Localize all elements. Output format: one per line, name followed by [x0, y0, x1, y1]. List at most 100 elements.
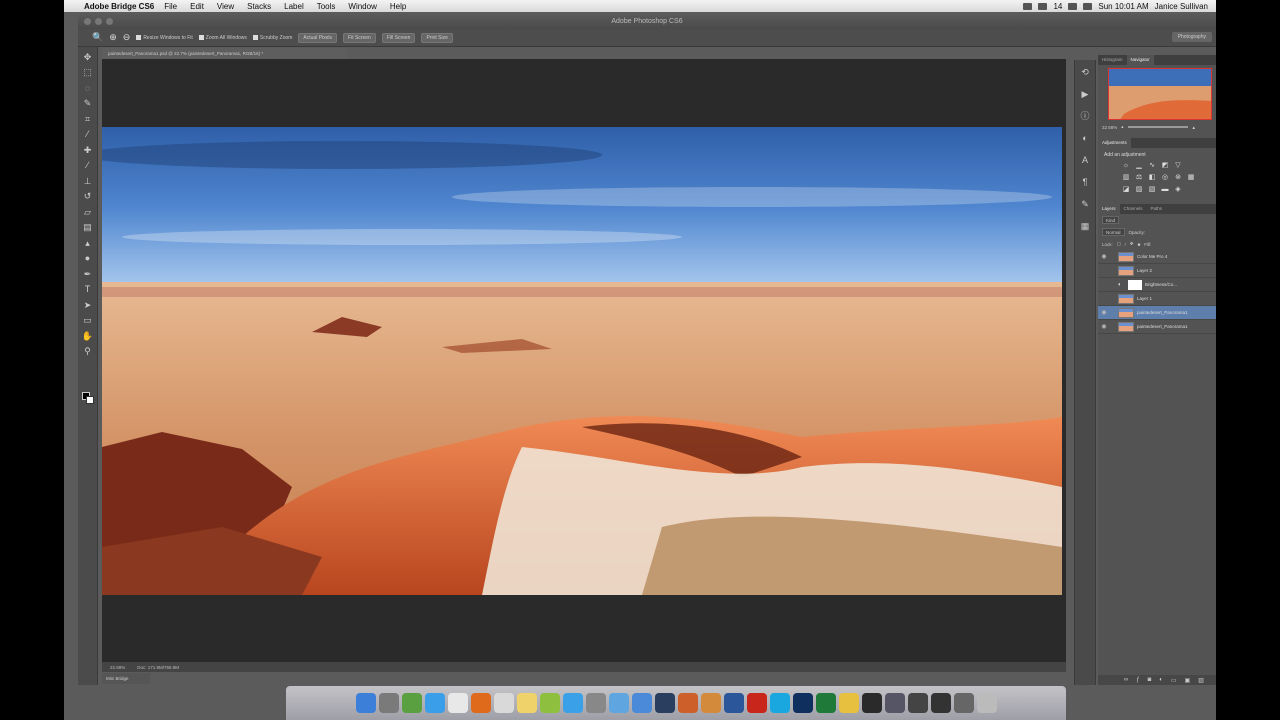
channel-mixer-icon[interactable]: ⊛ [1174, 174, 1182, 182]
type-tool-icon[interactable]: T [82, 283, 94, 295]
app-icon[interactable] [677, 693, 698, 713]
lightroom-icon[interactable] [654, 693, 675, 713]
layer-row[interactable]: ◉ paintedesert_Panorama1 [1098, 320, 1216, 334]
app-store-icon[interactable] [562, 693, 583, 713]
layer-row[interactable]: ◐ Brightness/Co... [1098, 278, 1216, 292]
minimize-icon[interactable] [95, 18, 102, 25]
layer-row[interactable]: Layer 1 [1098, 292, 1216, 306]
workspace-switcher[interactable]: Photography [1171, 32, 1212, 42]
info-icon[interactable]: ⓘ [1079, 110, 1091, 122]
invert-icon[interactable]: ◪ [1122, 186, 1130, 194]
fx-icon[interactable]: ƒ [1136, 677, 1139, 683]
color-balance-icon[interactable]: ⚖ [1135, 174, 1143, 182]
layer-row-selected[interactable]: ◉ paintedesert_Panorama1 [1098, 306, 1216, 320]
photos-icon[interactable] [539, 693, 560, 713]
quick-select-tool-icon[interactable]: ✎ [82, 97, 94, 109]
zoom-all-checkbox[interactable]: Zoom All Windows [198, 35, 247, 41]
zoom-tool-icon[interactable]: ⚲ [82, 345, 94, 357]
link-icon[interactable]: ∞ [1124, 677, 1128, 683]
healing-tool-icon[interactable]: ✚ [82, 144, 94, 156]
new-layer-icon[interactable]: ▣ [1185, 677, 1191, 684]
lock-icon[interactable]: ▢ [1117, 241, 1121, 247]
app-icon-5[interactable] [907, 693, 928, 713]
notes-icon[interactable] [516, 693, 537, 713]
navigator-zoom-value[interactable]: 22.68% [1102, 125, 1117, 130]
menu-view[interactable]: View [217, 2, 234, 11]
tab-channels[interactable]: Channels [1120, 204, 1147, 214]
visibility-eye-icon[interactable]: ◉ [1098, 253, 1110, 260]
lock-all-icon[interactable]: ■ [1138, 242, 1141, 247]
layer-row[interactable]: ◉ Color Me Pro 4 [1098, 250, 1216, 264]
zoom-out-icon[interactable]: ▴ [1121, 124, 1123, 130]
app-icon-3[interactable] [838, 693, 859, 713]
status-icon[interactable] [1023, 2, 1033, 10]
new-adjustment-icon[interactable]: ◐ [1159, 677, 1163, 683]
status-icon[interactable] [1038, 2, 1048, 10]
character-icon[interactable]: A [1079, 154, 1091, 166]
actions-icon[interactable]: ▶ [1079, 88, 1091, 100]
trash-icon[interactable] [976, 693, 997, 713]
itunes-icon[interactable] [608, 693, 629, 713]
curves-icon[interactable]: ∿ [1148, 162, 1156, 170]
move-tool-icon[interactable]: ✥ [82, 51, 94, 63]
zoom-level[interactable]: 22.68% [110, 665, 125, 670]
history-brush-tool-icon[interactable]: ↺ [82, 190, 94, 202]
photoshop-icon[interactable] [792, 693, 813, 713]
tab-paths[interactable]: Paths [1147, 204, 1167, 214]
brush-tool-icon[interactable]: ∕ [82, 159, 94, 171]
hue-saturation-icon[interactable]: ▥ [1122, 174, 1130, 182]
fill-screen-button[interactable]: Fill Screen [381, 32, 416, 43]
group-icon[interactable]: ▭ [1171, 677, 1177, 684]
firefox-icon[interactable] [470, 693, 491, 713]
gradient-map-icon[interactable]: ▬ [1161, 186, 1169, 194]
pen-tool-icon[interactable]: ✒ [82, 268, 94, 280]
zoom-out-icon[interactable]: ⊖ [123, 32, 131, 43]
document-tab[interactable]: paintedesert_Panorama1.psd @ 22.7% (pain… [102, 48, 347, 59]
menu-help[interactable]: Help [390, 2, 406, 11]
tab-layers[interactable]: Layers [1098, 204, 1120, 214]
menu-tools[interactable]: Tools [317, 2, 336, 11]
canvas-area[interactable] [102, 59, 1066, 662]
app-icon-6[interactable] [930, 693, 951, 713]
history-icon[interactable]: ⟲ [1079, 66, 1091, 78]
resize-windows-checkbox[interactable]: Resize Windows to Fit [136, 35, 193, 41]
menu-file[interactable]: File [164, 2, 177, 11]
system-preferences-icon[interactable] [585, 693, 606, 713]
app-icon-7[interactable] [953, 693, 974, 713]
volume-icon[interactable] [1083, 2, 1093, 10]
acrobat-icon[interactable] [746, 693, 767, 713]
zoom-tool-icon[interactable]: 🔍 [92, 32, 103, 43]
shape-tool-icon[interactable]: ▭ [82, 314, 94, 326]
hand-tool-icon[interactable]: ✋ [82, 330, 94, 342]
zoom-in-icon[interactable]: ▲ [1192, 125, 1196, 130]
color-icon[interactable]: ◐ [1079, 132, 1091, 144]
posterize-icon[interactable]: ▨ [1135, 186, 1143, 194]
layer-row[interactable]: Layer 2 [1098, 264, 1216, 278]
launchpad-icon[interactable] [378, 693, 399, 713]
skype-icon[interactable] [769, 693, 790, 713]
fit-screen-button[interactable]: Fit Screen [343, 32, 376, 43]
actual-pixels-button[interactable]: Actual Pixels [298, 32, 338, 43]
clone-stamp-tool-icon[interactable]: ⊥ [82, 175, 94, 187]
user-name[interactable]: Janice Sullivan [1155, 2, 1208, 11]
navigator-zoom-slider[interactable] [1127, 126, 1188, 128]
tab-adjustments[interactable]: Adjustments [1098, 138, 1131, 148]
brush-presets-icon[interactable]: ✎ [1079, 198, 1091, 210]
clock[interactable]: Sun 10:01 AM [1098, 2, 1148, 11]
layer-comps-icon[interactable]: ▦ [1079, 220, 1091, 232]
chrome-icon[interactable] [493, 693, 514, 713]
background-color-swatch[interactable] [86, 396, 94, 404]
app-icon-2[interactable] [700, 693, 721, 713]
print-size-button[interactable]: Print Size [421, 32, 453, 43]
folder-icon[interactable] [631, 693, 652, 713]
word-icon[interactable] [723, 693, 744, 713]
paragraph-icon[interactable]: ¶ [1079, 176, 1091, 188]
photo-filter-icon[interactable]: ◎ [1161, 174, 1169, 182]
wifi-icon[interactable] [1068, 2, 1078, 10]
brightness-contrast-icon[interactable]: ☼ [1122, 162, 1130, 170]
battery-count[interactable]: 14 [1053, 2, 1062, 11]
exposure-icon[interactable]: ◩ [1161, 162, 1169, 170]
scrubby-zoom-checkbox[interactable]: Scrubby Zoom [252, 35, 292, 41]
safari-icon[interactable] [424, 693, 445, 713]
blend-mode-select[interactable]: Normal [1102, 228, 1125, 236]
